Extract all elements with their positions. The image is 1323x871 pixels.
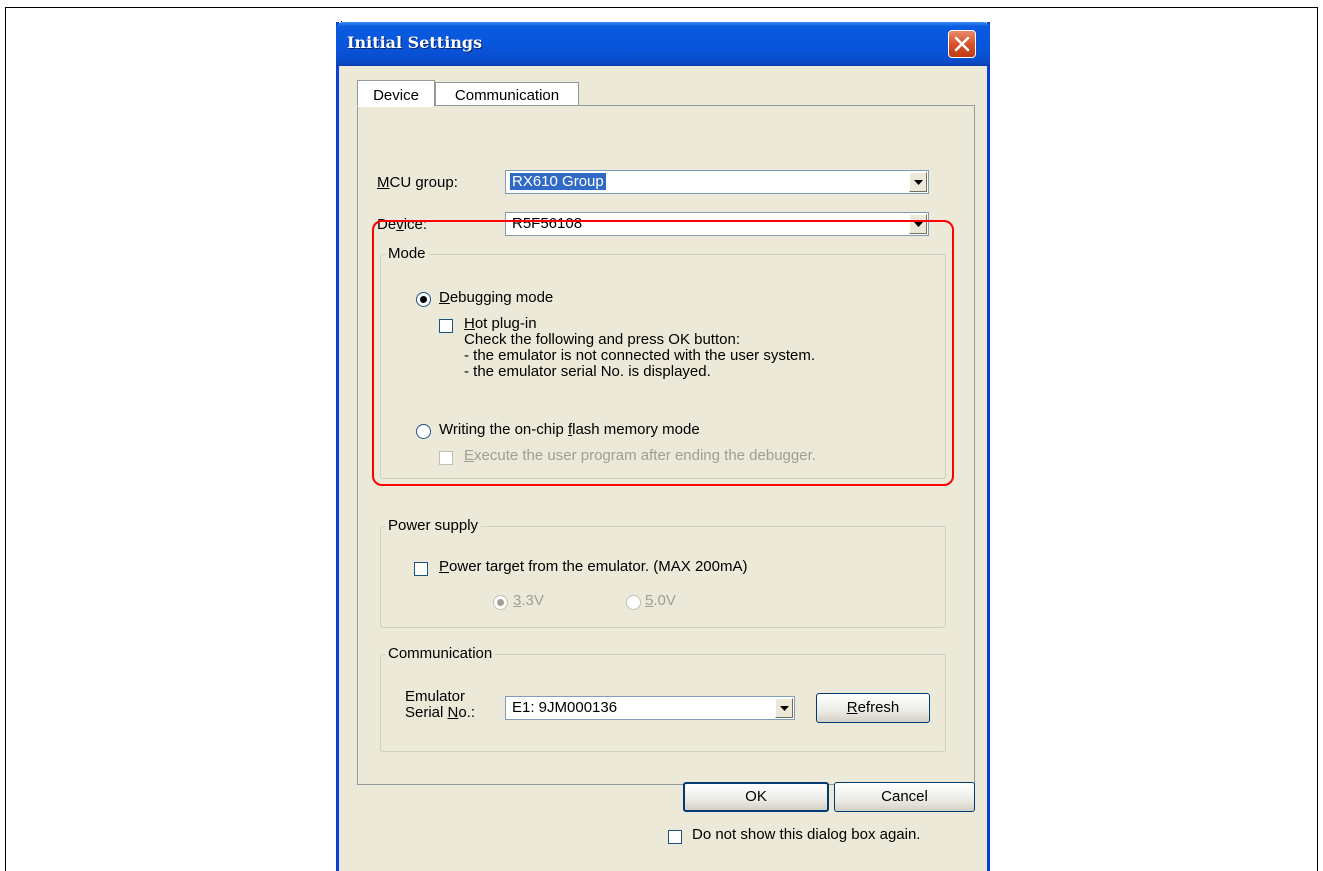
frame-top-border	[5, 7, 1318, 8]
serial-label-line-1: Emulator	[405, 688, 466, 705]
voltage-3-3v-radio[interactable]	[493, 595, 508, 610]
serial-number-value: E1: 9JM000136	[512, 699, 618, 716]
frame-right-border	[1317, 7, 1318, 871]
tab-device[interactable]: Device	[357, 80, 435, 107]
dont-show-again-checkbox[interactable]	[668, 830, 682, 844]
communication-group-title: Communication	[385, 645, 496, 662]
serial-number-dropdown-button[interactable]	[775, 698, 793, 718]
title-bar[interactable]: Initial Settings	[336, 22, 990, 66]
chevron-down-icon	[914, 180, 923, 185]
serial-label-line-2: Serial No.:	[405, 704, 476, 721]
window-title: Initial Settings	[347, 33, 483, 52]
tab-communication[interactable]: Communication	[435, 82, 579, 106]
chevron-down-icon	[780, 706, 789, 711]
mcu-group-value: RX610 Group	[510, 173, 606, 190]
mcu-group-label: MCU group:	[377, 174, 458, 191]
ok-button[interactable]: OK	[683, 782, 829, 812]
cancel-button[interactable]: Cancel	[834, 782, 975, 812]
close-icon	[954, 36, 970, 52]
dont-show-again-label[interactable]: Do not show this dialog box again.	[692, 826, 920, 843]
mcu-group-dropdown-button[interactable]	[909, 172, 927, 192]
power-target-label[interactable]: Power target from the emulator. (MAX 200…	[439, 558, 747, 575]
tab-device-label: Device	[373, 87, 419, 104]
frame-left-border	[5, 7, 6, 871]
power-target-checkbox[interactable]	[414, 562, 428, 576]
refresh-button[interactable]: Refresh	[816, 693, 930, 723]
voltage-5-0v-label[interactable]: 5.0V	[645, 592, 676, 609]
serial-number-select[interactable]: E1: 9JM000136	[505, 696, 795, 720]
tab-communication-label: Communication	[454, 87, 560, 104]
voltage-5-0v-radio[interactable]	[626, 595, 641, 610]
mcu-group-select[interactable]: RX610 Group	[505, 170, 929, 194]
close-button[interactable]	[948, 30, 976, 58]
mode-highlight-box	[372, 220, 954, 486]
power-supply-group-title: Power supply	[385, 517, 482, 534]
power-supply-group: Power supply	[380, 517, 946, 628]
radio-selected-dot	[497, 599, 504, 606]
voltage-3-3v-label[interactable]: 3.3V	[513, 592, 544, 609]
